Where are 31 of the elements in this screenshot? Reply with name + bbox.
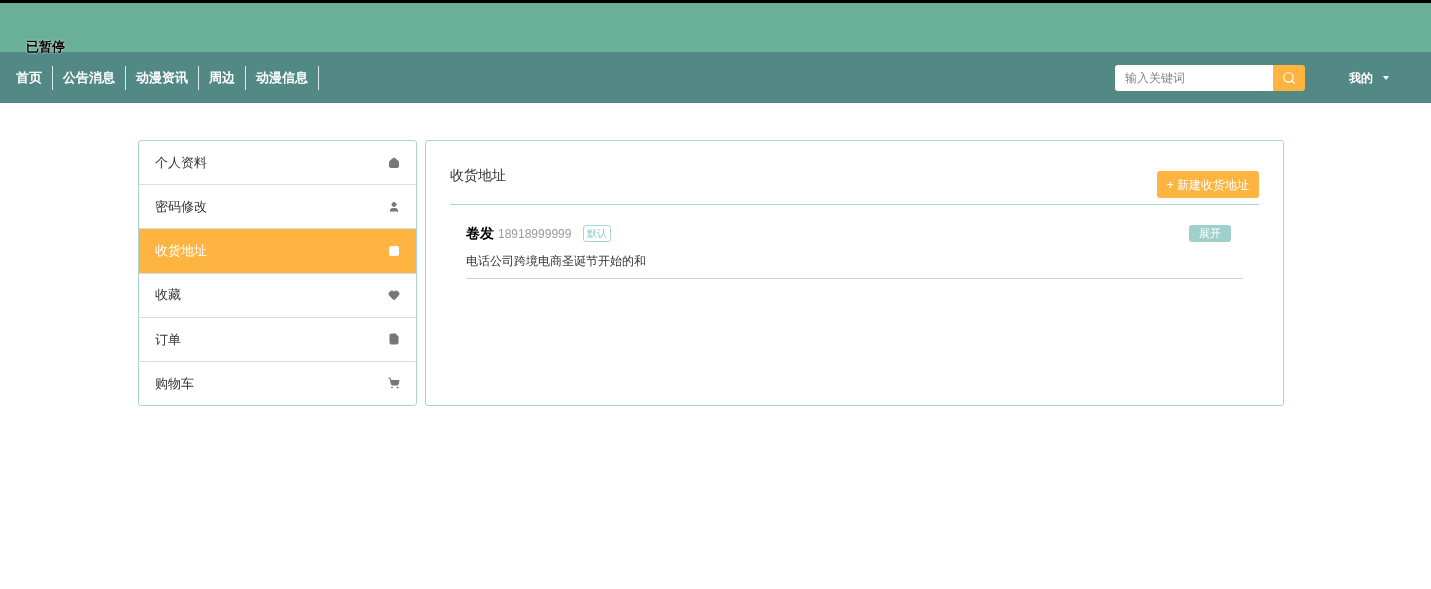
sidebar-label: 收货地址 [155, 242, 207, 261]
sidebar-item[interactable]: 订单 [139, 317, 416, 362]
sidebar-label: 订单 [155, 330, 181, 349]
sidebar-item[interactable]: 个人资料 [139, 141, 416, 186]
nav-link[interactable]: 公告消息 [53, 65, 126, 90]
search-field[interactable]: 输入关键词 [1115, 64, 1273, 91]
nav-link[interactable]: 动漫信息 [246, 65, 319, 90]
user-icon [388, 200, 400, 213]
sidebar-item[interactable]: 购物车 [139, 361, 416, 405]
house-icon [388, 156, 400, 169]
nav-link[interactable]: 周边 [199, 65, 246, 90]
sidebar-label: 密码修改 [155, 198, 207, 216]
sidebar-item[interactable]: 收藏 [139, 273, 416, 318]
sidebar-label: 购物车 [155, 374, 194, 393]
nav-link[interactable]: 首页 [6, 65, 53, 90]
search-icon [1282, 70, 1296, 85]
address-text: 电话公司跨境电商圣诞节开始的和 [466, 253, 646, 270]
recipient-name: 卷发 [466, 224, 494, 243]
paused-label: 已暂停 [26, 37, 65, 56]
file-icon [388, 333, 400, 346]
panel-title: 收货地址 [450, 166, 506, 185]
user-menu[interactable]: 我的 [1349, 68, 1389, 87]
sidebar-label: 个人资料 [155, 153, 207, 172]
caret-icon [1383, 75, 1389, 80]
cart-icon [388, 377, 400, 390]
phone-number: 18918999999 [498, 225, 572, 243]
heart-icon [388, 289, 400, 302]
search-button[interactable] [1273, 64, 1305, 91]
nav-link[interactable]: 动漫资讯 [126, 65, 199, 90]
default-tag: 默认 [583, 225, 612, 242]
sidebar-label: 收藏 [155, 286, 181, 305]
